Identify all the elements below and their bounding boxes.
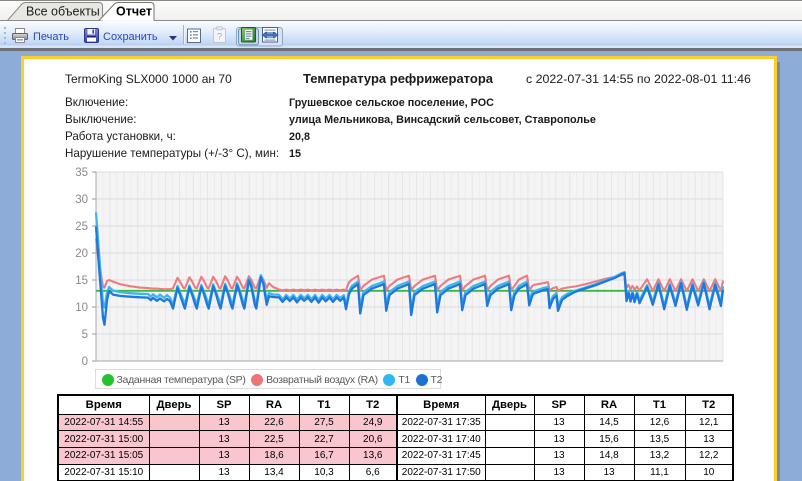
svg-text:25: 25	[75, 221, 88, 233]
svg-text:15: 15	[75, 275, 88, 287]
svg-text:5: 5	[82, 329, 88, 341]
svg-text:0: 0	[82, 356, 88, 368]
svg-text:30: 30	[75, 194, 88, 206]
svg-text:35: 35	[75, 167, 88, 179]
svg-text:20: 20	[75, 248, 88, 260]
svg-text:10: 10	[75, 302, 88, 314]
